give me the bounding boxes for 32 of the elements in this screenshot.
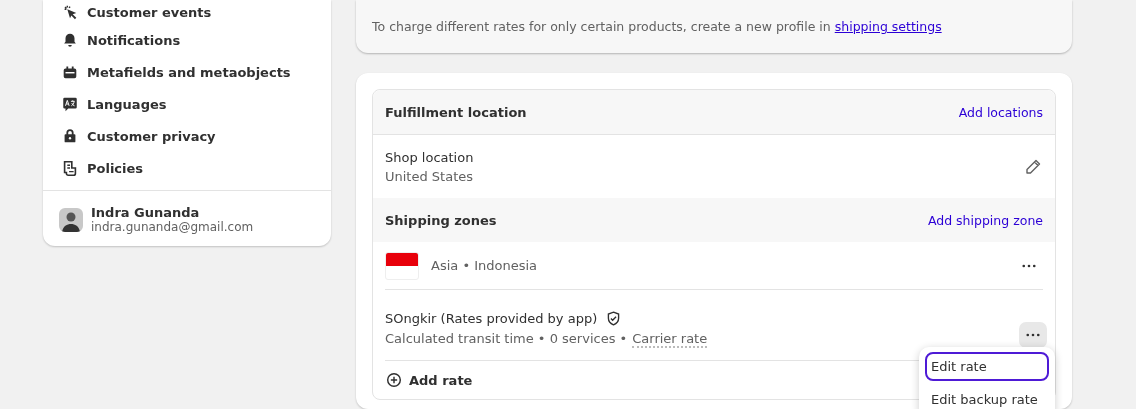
more-icon bbox=[1022, 263, 1036, 268]
sidebar-item[interactable]: Policies bbox=[61, 152, 331, 184]
zone-name: Asia • Indonesia bbox=[431, 258, 539, 273]
notice-text: To charge different rates for only certain products, create a new profile in shipping settings bbox=[372, 19, 942, 34]
language-icon bbox=[61, 95, 79, 113]
sidebar-item[interactable]: Metafields and metaobjects bbox=[61, 56, 331, 88]
plus-circle-icon bbox=[385, 371, 403, 389]
shipping-settings-link[interactable]: shipping settings bbox=[834, 19, 942, 34]
sidebar-item[interactable]: Notifications bbox=[61, 24, 331, 56]
location-country: United States bbox=[385, 168, 474, 184]
bell-icon bbox=[61, 31, 79, 49]
add-rate-button[interactable]: Add rate bbox=[385, 371, 473, 389]
location-name: Shop location bbox=[385, 149, 474, 165]
avatar bbox=[59, 207, 83, 232]
add-shipping-zone-link[interactable]: Add shipping zone bbox=[927, 212, 1043, 228]
sidebar-item[interactable]: Customer privacy bbox=[61, 120, 331, 152]
user-email: indra.gunanda@gmail.com bbox=[91, 220, 254, 234]
user-name: Indra Gunanda bbox=[91, 205, 201, 220]
section-title: Fulfillment location bbox=[385, 104, 527, 120]
add-locations-link[interactable]: Add locations bbox=[958, 104, 1043, 120]
policy-icon bbox=[61, 159, 79, 177]
sidebar-item[interactable]: Languages bbox=[61, 88, 331, 120]
menu-item[interactable]: Edit rate bbox=[925, 352, 1049, 381]
menu-item[interactable]: Edit backup rate bbox=[925, 385, 1049, 409]
more-icon bbox=[1026, 333, 1040, 337]
rate-name: SOngkir (Rates provided by app) bbox=[385, 311, 598, 326]
rate-details: Calculated transit time • 0 services • bbox=[385, 331, 628, 348]
more-button[interactable] bbox=[1019, 322, 1047, 348]
section-title: Shipping zones bbox=[385, 212, 497, 228]
carrier-rate-link[interactable]: Carrier rate bbox=[632, 331, 708, 348]
sidebar-item[interactable]: Customer events bbox=[61, 0, 331, 24]
flag-icon bbox=[385, 251, 419, 280]
